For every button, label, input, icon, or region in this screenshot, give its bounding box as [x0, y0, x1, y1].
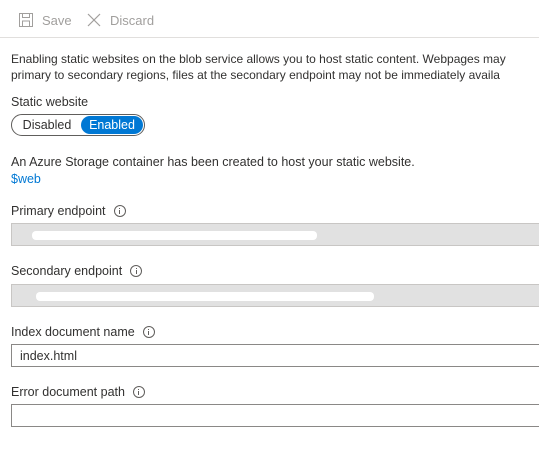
save-icon: [18, 12, 34, 28]
info-icon[interactable]: [132, 386, 145, 398]
index-document-label: Index document name: [11, 325, 155, 339]
discard-label: Discard: [110, 12, 155, 28]
primary-endpoint-field[interactable]: [11, 223, 539, 246]
save-button[interactable]: Save: [18, 10, 72, 30]
toggle-option-enabled[interactable]: Enabled: [81, 116, 143, 134]
description-line-2: primary to secondary regions, files at t…: [11, 68, 500, 82]
close-icon: [86, 12, 102, 28]
error-document-label: Error document path: [11, 385, 145, 399]
index-document-input[interactable]: index.html: [11, 344, 539, 367]
static-website-label: Static website: [11, 95, 89, 109]
static-website-toggle[interactable]: Disabled Enabled: [11, 114, 145, 136]
save-label: Save: [42, 12, 72, 28]
toggle-option-disabled[interactable]: Disabled: [13, 116, 81, 134]
redaction-mark: [36, 292, 374, 301]
container-note: An Azure Storage container has been crea…: [11, 155, 415, 169]
info-icon[interactable]: [113, 205, 126, 217]
redaction-mark: [32, 231, 317, 240]
info-icon[interactable]: [130, 265, 143, 277]
description-line-1: Enabling static websites on the blob ser…: [11, 52, 506, 66]
primary-endpoint-label: Primary endpoint: [11, 204, 126, 218]
discard-button[interactable]: Discard: [86, 10, 154, 30]
secondary-endpoint-label: Secondary endpoint: [11, 264, 143, 278]
description-text: Enabling static websites on the blob ser…: [11, 51, 539, 83]
command-bar: Save Discard: [0, 0, 539, 38]
secondary-endpoint-field[interactable]: [11, 284, 539, 307]
error-document-input[interactable]: [11, 404, 539, 427]
web-container-link[interactable]: $web: [11, 172, 41, 186]
info-icon[interactable]: [142, 326, 155, 338]
